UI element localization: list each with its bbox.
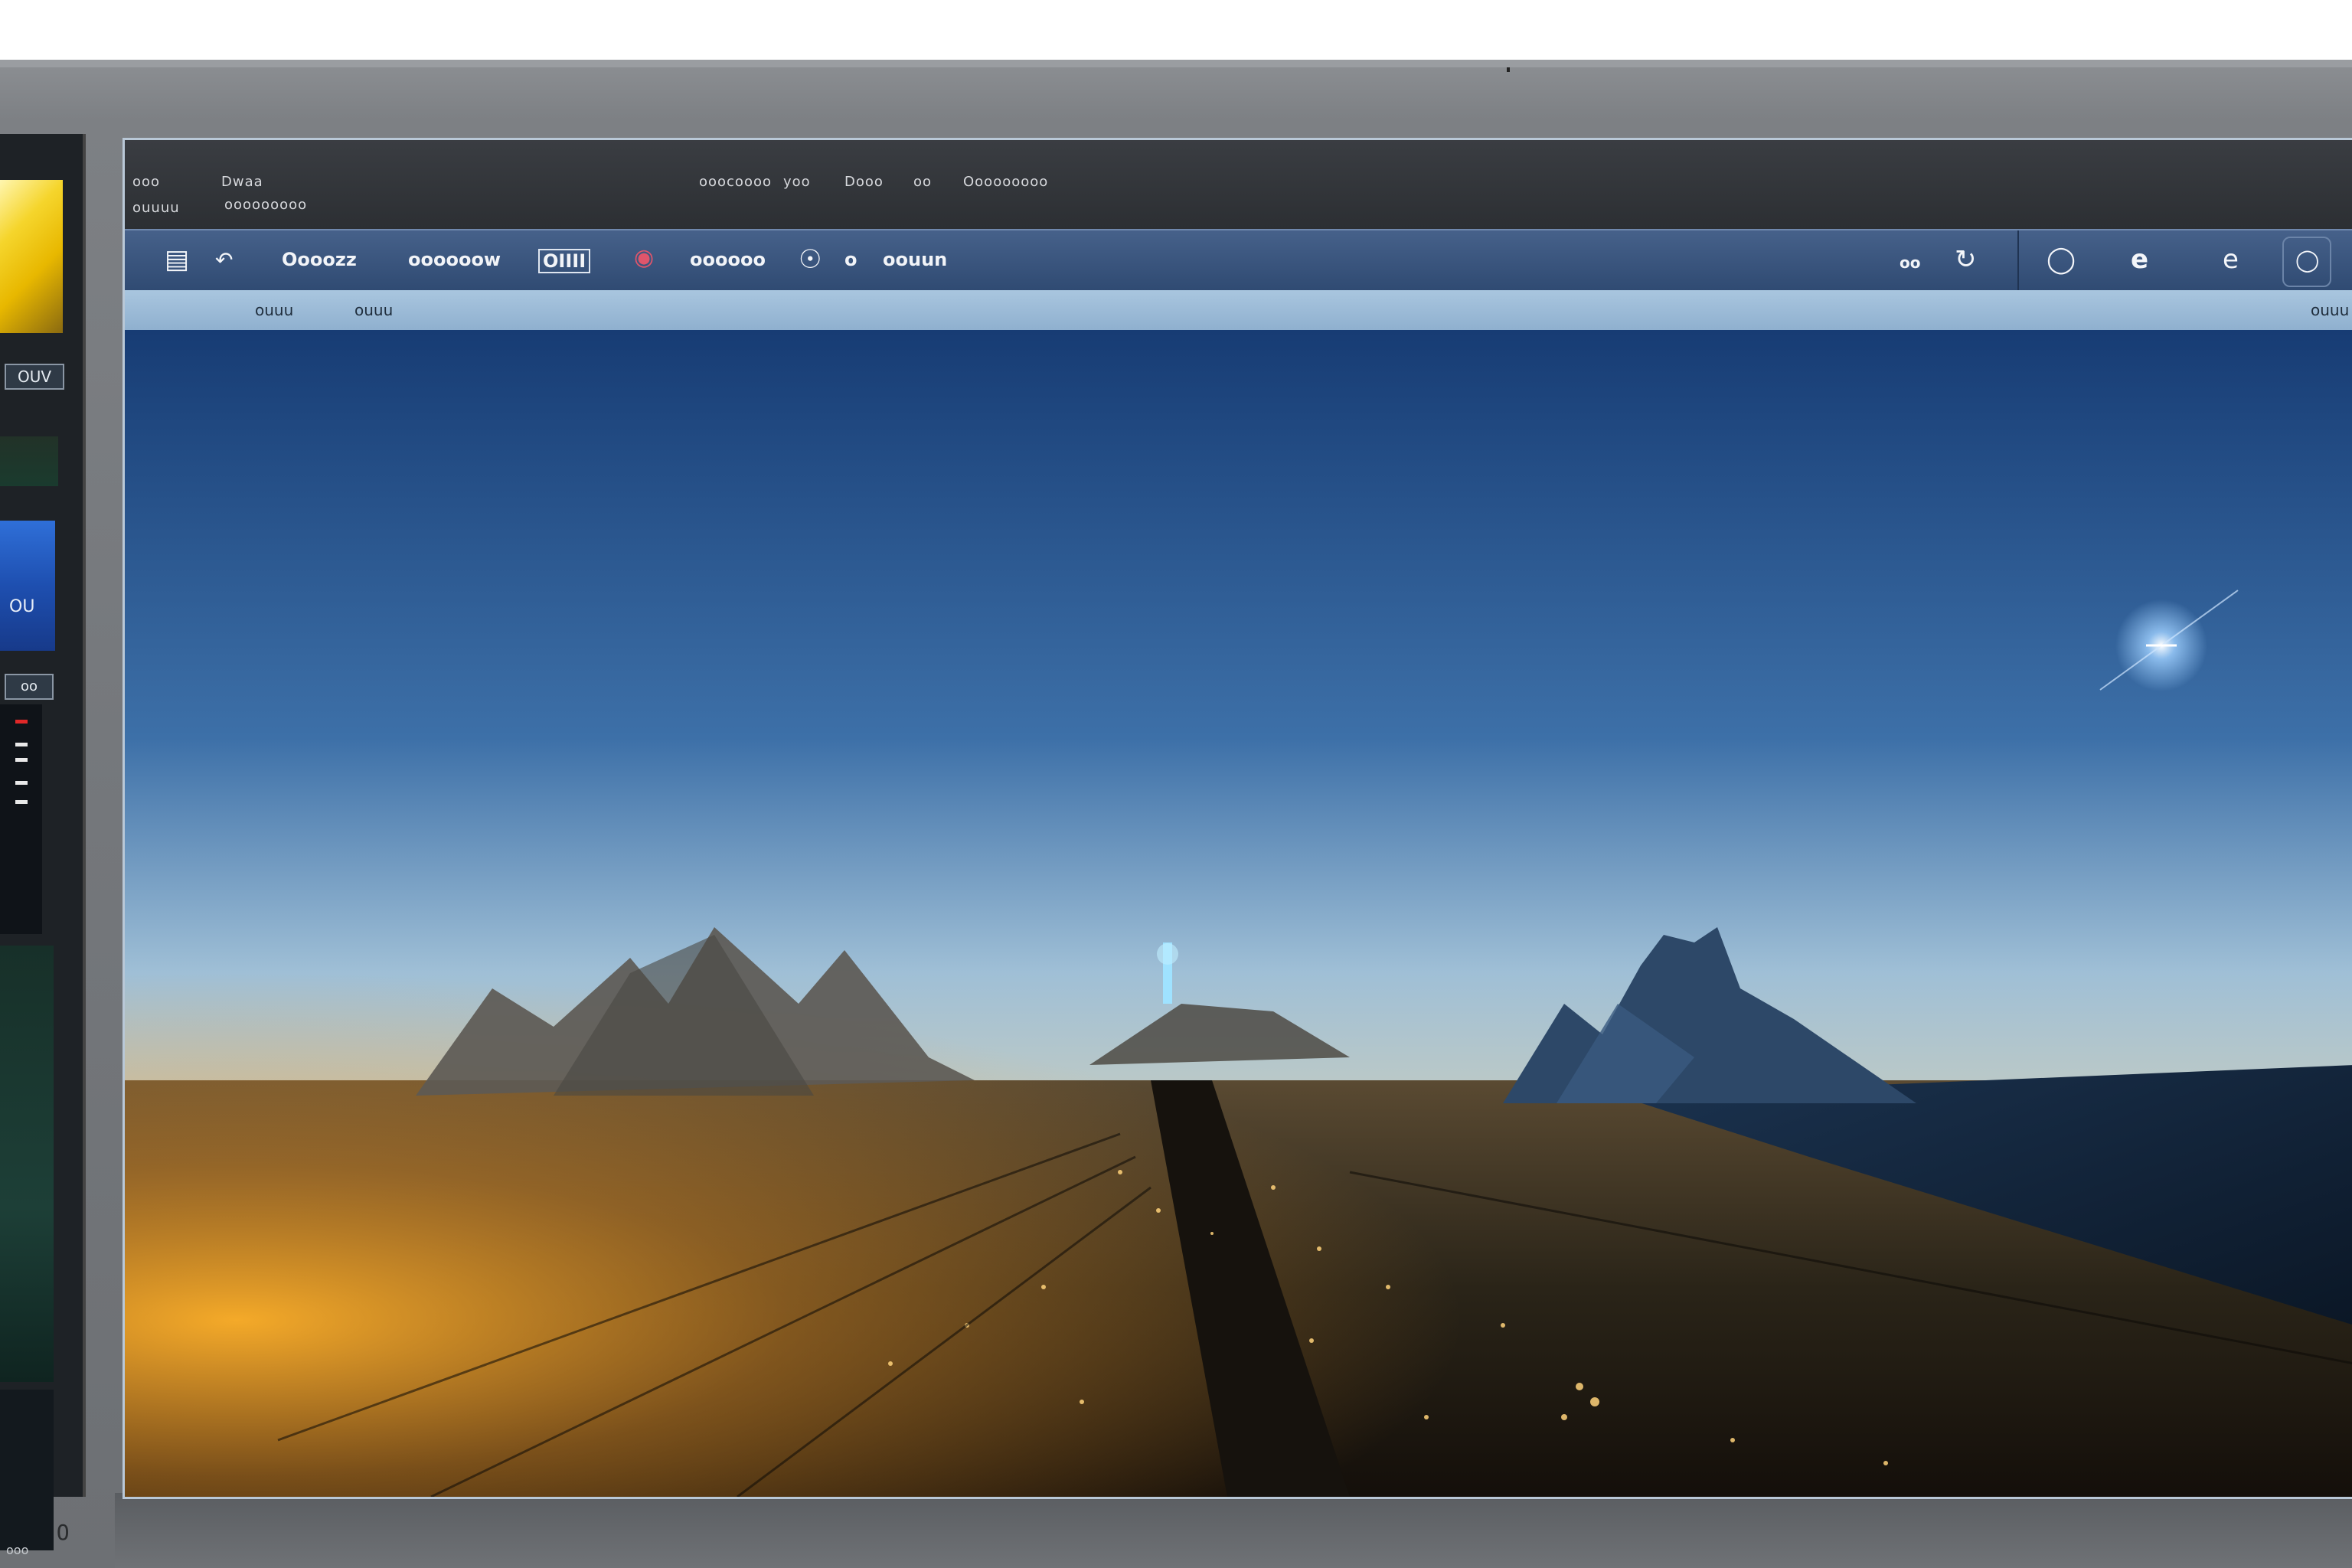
toolbar-item[interactable]: oouun xyxy=(883,249,947,270)
image-viewport[interactable] xyxy=(125,330,2352,1497)
toolbar-label[interactable]: oo xyxy=(1900,253,1920,272)
app-window: ooo ouuuu Dwaa ooooooooo ooocoooo yoo Do… xyxy=(122,138,2352,1499)
toolbar-item[interactable]: o xyxy=(844,249,858,270)
side-thumbnail-blue[interactable]: OU xyxy=(0,521,55,651)
subbar-item[interactable]: ouuu xyxy=(354,301,393,319)
menu-item[interactable]: Dwaa xyxy=(221,174,263,190)
list-item-marker xyxy=(15,720,28,724)
toolbar-item[interactable]: oooooow xyxy=(408,249,501,270)
side-foot-text: ooo xyxy=(6,1543,29,1557)
side-label-3[interactable]: oo xyxy=(5,674,54,700)
list-item-marker xyxy=(15,743,28,746)
menu-item[interactable]: yoo xyxy=(783,174,811,190)
refresh-icon[interactable]: ↻ xyxy=(1955,244,1977,275)
menu-item[interactable]: ooo xyxy=(132,174,160,190)
circle-icon[interactable]: ◯ xyxy=(2047,244,2076,275)
camera-icon xyxy=(1507,67,1510,72)
bezel-bottom xyxy=(115,1493,2352,1568)
menu-item[interactable]: Ooooooooo xyxy=(963,174,1048,190)
side-thumbnail-yellow[interactable] xyxy=(0,180,63,333)
side-panel: OUV OU oo ooo xyxy=(0,134,86,1557)
side-thumbnail-bottom[interactable] xyxy=(0,1390,54,1550)
grid-icon[interactable]: ▤ xyxy=(165,244,189,275)
list-item-marker xyxy=(15,758,28,762)
bezel-top-edge xyxy=(0,60,2352,67)
circle-icon: ◯ xyxy=(2295,247,2320,273)
list-item-marker xyxy=(15,800,28,804)
back-icon[interactable]: ↶ xyxy=(215,247,233,273)
side-thumbnail-green[interactable] xyxy=(0,436,58,486)
toolbar-item[interactable]: Oooozz xyxy=(282,249,357,270)
menu-item[interactable]: oo xyxy=(913,174,932,190)
side-label-1[interactable]: OUV xyxy=(5,364,64,390)
sub-toolbar: ouuu ouuu ouuu xyxy=(125,290,2352,330)
record-icon[interactable]: ◉ xyxy=(634,244,654,271)
subbar-item[interactable]: ouuu xyxy=(255,301,293,319)
toolbar-item[interactable]: OIIII xyxy=(538,249,591,273)
location-pin-icon[interactable]: ☉ xyxy=(799,244,822,275)
list-item-marker xyxy=(15,781,28,785)
menu-item[interactable]: Dooo xyxy=(844,174,884,190)
subbar-item[interactable]: ouuu xyxy=(2311,301,2349,319)
side-label-2: OU xyxy=(9,597,35,616)
side-list xyxy=(0,704,42,934)
side-thumbnail-dark[interactable] xyxy=(0,946,54,1382)
page-background xyxy=(0,0,2352,60)
menu-item[interactable]: ooooooooo xyxy=(224,197,307,213)
toolbar-separator xyxy=(2017,230,2019,292)
e-icon[interactable]: e xyxy=(2131,244,2148,275)
menu-item[interactable]: ooocoooo xyxy=(699,174,772,190)
menu-item[interactable]: ouuuu xyxy=(132,200,180,216)
toolbar-item[interactable]: oooooo xyxy=(690,249,766,270)
toolbar: ▤ ↶ Oooozz oooooow OIIII ◉ oooooo ☉ o oo… xyxy=(125,229,2352,292)
menu-bar: ooo ouuuu Dwaa ooooooooo ooocoooo yoo Do… xyxy=(125,140,2352,229)
e-icon[interactable]: e xyxy=(2223,244,2239,275)
landscape-image xyxy=(125,330,2352,1497)
